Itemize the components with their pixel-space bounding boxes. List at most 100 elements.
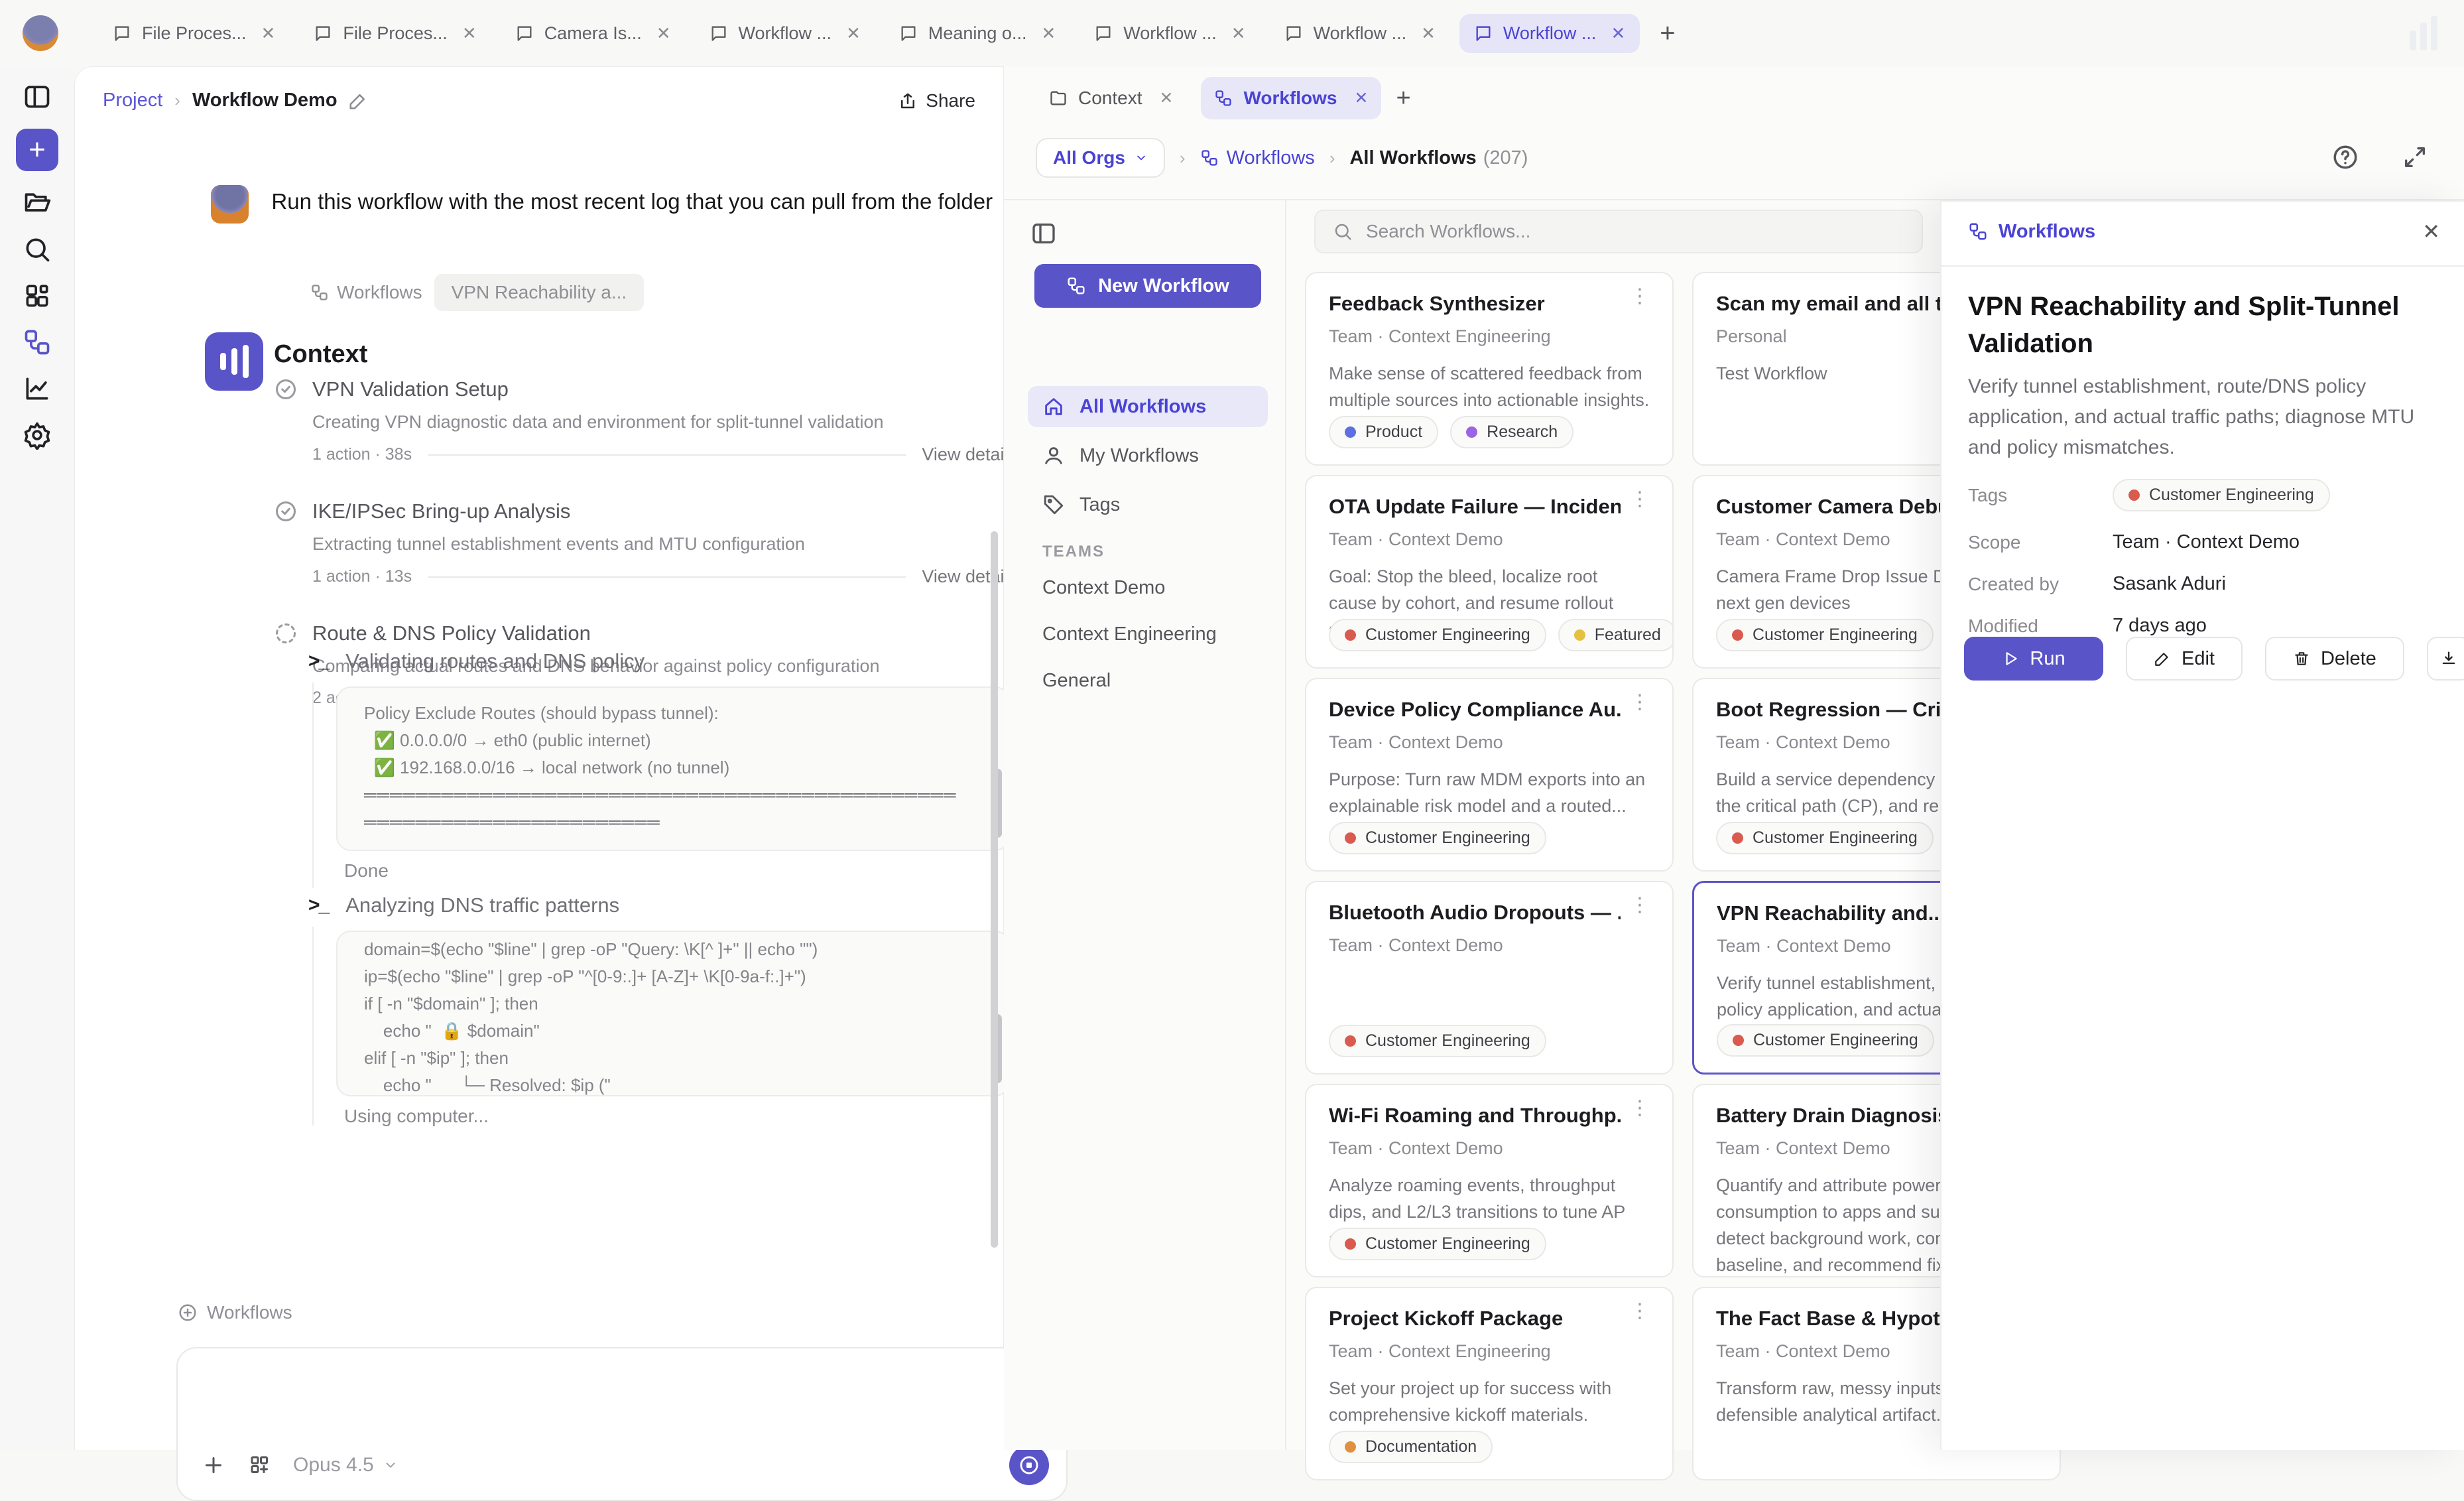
card-menu-icon[interactable]: ⋮ <box>1630 698 1650 707</box>
close-icon[interactable]: ✕ <box>462 23 477 44</box>
window-tab-active[interactable]: Workflow ...✕ <box>1459 14 1640 53</box>
card-description: Make sense of scattered feedback from mu… <box>1329 360 1650 413</box>
workflow-card[interactable]: Device Policy Compliance Au...⋮ Team · C… <box>1305 678 1674 872</box>
sidebar-team-context-engineering[interactable]: Context Engineering <box>1042 623 1217 645</box>
chat-bubble-icon <box>314 24 332 42</box>
window-tab[interactable]: File Proces... ✕ <box>98 14 290 53</box>
blocks-add-icon[interactable] <box>247 1452 273 1478</box>
trash-icon <box>2293 650 2310 667</box>
collapse-sidebar-icon[interactable] <box>1030 220 1057 247</box>
close-icon[interactable]: ✕ <box>1421 23 1436 44</box>
close-icon[interactable]: ✕ <box>1611 23 1625 44</box>
terminal-header: >_ Validating routes and DNS policy <box>308 649 645 673</box>
terminal-output[interactable]: Policy Exclude Routes (should bypass tun… <box>336 686 1010 851</box>
tag-chip[interactable]: Research <box>1450 416 1573 448</box>
terminal-output[interactable]: domain=$(echo "$line" | grep -oP "Query:… <box>336 931 1010 1096</box>
tab-workflows[interactable]: Workflows✕ <box>1201 77 1381 119</box>
divider <box>1941 265 2464 267</box>
workflows-sidebar: New Workflow All Workflows My Workflows … <box>1004 200 1286 1450</box>
tag-chip[interactable]: Customer Engineering <box>1716 619 1934 651</box>
help-icon[interactable] <box>2331 143 2359 171</box>
close-icon[interactable]: ✕ <box>261 23 276 44</box>
tag-chip[interactable]: Customer Engineering <box>1716 822 1934 854</box>
close-icon[interactable]: ✕ <box>656 23 671 44</box>
sidebar-item-my-workflows[interactable]: My Workflows <box>1028 435 1268 476</box>
user-avatar[interactable] <box>23 15 58 51</box>
breadcrumb-separator: › <box>1329 148 1335 168</box>
close-icon[interactable]: ✕ <box>2422 219 2440 244</box>
download-button[interactable] <box>2427 637 2464 681</box>
close-icon[interactable]: ✕ <box>1160 88 1174 108</box>
window-tab-label: File Proces... <box>142 23 247 44</box>
terminal-separator-line: ════════════════════════════════════════… <box>364 781 982 809</box>
tag-chip[interactable]: Customer Engineering <box>1329 1228 1546 1260</box>
chat-header: Project › Workflow Demo Share <box>103 90 975 111</box>
close-icon[interactable]: ✕ <box>846 23 861 44</box>
edit-button[interactable]: Edit <box>2126 637 2243 681</box>
card-menu-icon[interactable]: ⋮ <box>1630 1307 1650 1316</box>
settings-gear-icon[interactable] <box>23 421 52 450</box>
analytics-icon[interactable] <box>23 374 52 403</box>
close-icon[interactable]: ✕ <box>1355 88 1369 108</box>
workflow-card[interactable]: OTA Update Failure — Inciden...⋮ Team · … <box>1305 475 1674 669</box>
sidebar-item-tags[interactable]: Tags <box>1028 484 1268 525</box>
workflow-card[interactable]: Bluetooth Audio Dropouts — ...⋮ Team · C… <box>1305 881 1674 1075</box>
tag-chip[interactable]: Customer Engineering <box>2113 479 2330 511</box>
run-button[interactable]: Run <box>1964 637 2103 681</box>
close-icon[interactable]: ✕ <box>1231 23 1246 44</box>
sidebar-team-general[interactable]: General <box>1042 670 1111 692</box>
new-chat-button[interactable]: + <box>16 129 58 171</box>
card-menu-icon[interactable]: ⋮ <box>1630 495 1650 504</box>
workflow-card[interactable]: Wi-Fi Roaming and Throughp...⋮ Team · Co… <box>1305 1084 1674 1277</box>
breadcrumb-project[interactable]: Project <box>103 90 162 111</box>
workflows-nav-icon[interactable] <box>23 328 52 357</box>
delete-button[interactable]: Delete <box>2265 637 2404 681</box>
tab-context[interactable]: Context✕ <box>1036 77 1186 119</box>
breadcrumb-separator: › <box>1180 148 1186 168</box>
tree-guide-line <box>312 927 314 1126</box>
model-selector[interactable]: Opus 4.5 <box>293 1454 398 1476</box>
tag-chip[interactable]: Featured <box>1558 619 1674 651</box>
card-menu-icon[interactable]: ⋮ <box>1630 292 1650 301</box>
search-workflows-input[interactable]: Search Workflows... <box>1314 210 1923 253</box>
blocks-icon[interactable] <box>23 281 52 310</box>
search-icon[interactable] <box>23 235 52 264</box>
org-selector[interactable]: All Orgs <box>1036 138 1165 178</box>
workflow-icon <box>1200 149 1219 167</box>
window-tab[interactable]: Camera Is...✕ <box>501 14 686 53</box>
window-tab[interactable]: File Proces...✕ <box>299 14 491 53</box>
close-icon[interactable]: ✕ <box>1041 23 1056 44</box>
window-tab[interactable]: Workflow ...✕ <box>1079 14 1260 53</box>
edit-title-icon[interactable] <box>348 91 368 111</box>
tag-chip[interactable]: Customer Engineering <box>1717 1024 1934 1057</box>
card-menu-icon[interactable]: ⋮ <box>1630 901 1650 910</box>
sidebar-team-context-demo[interactable]: Context Demo <box>1042 577 1165 599</box>
window-tab[interactable]: Workflow ...✕ <box>695 14 875 53</box>
folder-icon[interactable] <box>23 188 52 218</box>
workflow-card[interactable]: Project Kickoff Package⋮ Team · Context … <box>1305 1287 1674 1480</box>
tag-chip[interactable]: Customer Engineering <box>1329 1025 1546 1057</box>
attachment-chip[interactable]: VPN Reachability a... <box>434 274 645 311</box>
composer-workflows-toggle[interactable]: Workflows <box>178 1302 292 1323</box>
attach-plus-icon[interactable] <box>200 1452 227 1478</box>
tag-chip[interactable]: Customer Engineering <box>1329 619 1546 651</box>
stop-button[interactable] <box>1009 1445 1049 1485</box>
card-menu-icon[interactable]: ⋮ <box>1630 1104 1650 1113</box>
chat-bubble-icon <box>1284 24 1303 42</box>
expand-icon[interactable] <box>2402 143 2428 171</box>
workflow-card[interactable]: Feedback Synthesizer⋮ Team · Context Eng… <box>1305 272 1674 466</box>
breadcrumb-workflows[interactable]: Workflows <box>1200 147 1315 169</box>
window-tab[interactable]: Meaning o...✕ <box>885 14 1070 53</box>
window-tab[interactable]: Workflow ...✕ <box>1270 14 1450 53</box>
message-input[interactable]: Opus 4.5 <box>176 1347 1068 1501</box>
new-window-tab-button[interactable]: + <box>1660 19 1675 48</box>
chat-scrollbar[interactable] <box>991 531 998 1248</box>
new-panel-tab-button[interactable]: + <box>1396 84 1410 113</box>
share-button[interactable]: Share <box>898 90 975 111</box>
tag-chip[interactable]: Documentation <box>1329 1431 1493 1463</box>
sidebar-item-all-workflows[interactable]: All Workflows <box>1028 386 1268 427</box>
tag-chip[interactable]: Product <box>1329 416 1438 448</box>
new-workflow-button[interactable]: New Workflow <box>1034 264 1261 308</box>
panel-toggle-icon[interactable] <box>23 82 52 111</box>
tag-chip[interactable]: Customer Engineering <box>1329 822 1546 854</box>
